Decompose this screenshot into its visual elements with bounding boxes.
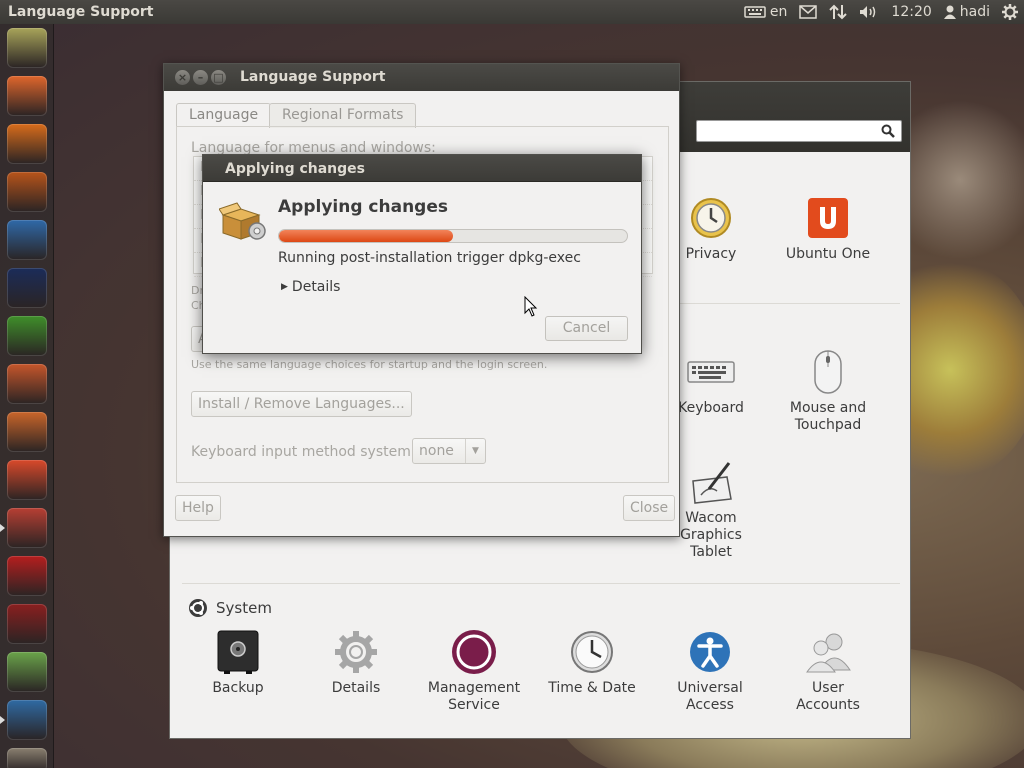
install-remove-languages-button[interactable]: Install / Remove Languages... [191,391,412,417]
launcher-filezilla-icon[interactable] [7,556,47,596]
search-input[interactable] [696,120,902,142]
system-section-title: System [216,599,272,617]
mouse-settings[interactable]: Mouse and Touchpad [773,348,883,434]
expander-arrow-icon: ▶ [281,282,288,292]
launcher-dash-home-icon[interactable] [7,28,47,68]
launcher-app-blue-icon[interactable] [7,268,47,308]
backup-settings[interactable]: Backup [183,628,293,697]
progress-status: Running post-installation trigger dpkg-e… [278,250,581,266]
launcher-system-settings-icon[interactable] [7,508,47,548]
dialog-heading: Applying changes [278,197,448,217]
dialog-title: Applying changes [203,155,641,182]
launcher-ubuntu-one-icon[interactable] [7,460,47,500]
launcher-wine-icon[interactable] [7,604,47,644]
management-service-label: Management Service [427,680,521,713]
details-expander[interactable]: ▶ Details [281,279,340,295]
users-icon [806,633,851,673]
indicator-area: en 12:20 hadi [744,0,1018,24]
launcher-maps-icon[interactable] [7,652,47,692]
running-indicator [0,716,5,724]
keyboard-device-icon [687,361,735,383]
ubuntu-one-icon [808,198,848,238]
maximize-window-button[interactable]: □ [211,70,226,85]
user-accounts-label: User Accounts [796,680,860,713]
system-section-header: System [188,598,272,618]
tab-language[interactable]: Language [176,103,272,128]
volume-icon[interactable] [859,5,879,19]
accessibility-icon [690,632,730,672]
launcher-libreoffice-impress-icon[interactable] [7,364,47,404]
details-label: Details [291,279,341,295]
mouse-icon [814,350,842,394]
ubuntu-one-settings[interactable]: Ubuntu One [773,194,883,263]
wacom-tablet-icon [692,462,732,504]
progress-fill [279,230,453,242]
management-service-settings[interactable]: Management Service [419,628,529,714]
time-date-label: Time & Date [548,680,636,696]
universal-access-label: Universal Access [677,680,743,713]
user-menu[interactable]: hadi [943,4,990,20]
mouse-label: Mouse and Touchpad [789,400,867,433]
keyboard-layout: en [769,4,788,20]
launcher [0,24,54,768]
active-window-title: Language Support [8,4,154,20]
language-support-titlebar: × – □ Language Support [164,64,679,91]
safe-icon [217,630,259,674]
close-window-button[interactable]: × [175,70,190,85]
launcher-libreoffice-writer-icon[interactable] [7,220,47,260]
clock-icon [571,631,613,673]
keyboard-label: Keyboard [678,400,744,416]
section-divider [182,583,900,584]
details-label: Details [331,680,381,696]
ubuntu-one-label: Ubuntu One [785,246,871,262]
launcher-vlc-icon[interactable] [7,124,47,164]
mail-icon[interactable] [799,5,818,19]
launcher-trash-icon[interactable] [7,748,47,768]
privacy-label: Privacy [685,246,737,262]
package-gear-icon [219,202,266,240]
cancel-button[interactable]: Cancel [545,316,628,341]
launcher-software-center-icon[interactable] [7,412,47,452]
mouse-cursor-icon [524,296,538,317]
launcher-libreoffice-calc-icon[interactable] [7,316,47,356]
minimize-window-button[interactable]: – [193,70,208,85]
user-accounts-settings[interactable]: User Accounts [773,628,883,714]
same-choices-hint: Use the same language choices for startu… [191,358,548,371]
close-button[interactable]: Close [623,495,676,521]
language-support-title: Language Support [240,69,386,85]
launcher-firefox-icon[interactable] [7,172,47,212]
keyboard-indicator[interactable]: en [744,4,788,20]
network-icon[interactable] [829,4,848,20]
search-icon [881,124,895,138]
backup-label: Backup [212,680,264,696]
user-icon [943,5,956,19]
launcher-files-icon[interactable] [7,76,47,116]
clock[interactable]: 12:20 [891,4,931,20]
top-panel: Language Support en 12:20 hadi [0,0,1024,24]
keyboard-input-value: none [419,443,454,459]
ubuntu-logo-icon [189,599,207,617]
keyboard-input-select[interactable]: none ▼ [412,438,486,464]
gear-icon [335,631,377,673]
universal-access-settings[interactable]: Universal Access [655,628,765,714]
tab-regional-formats[interactable]: Regional Formats [269,103,417,128]
privacy-icon [691,198,731,238]
applying-changes-dialog: Applying changes Applying changes Runnin… [202,154,642,354]
details-settings[interactable]: Details [301,628,411,697]
user-name: hadi [959,4,990,20]
keyboard-input-label: Keyboard input method system: [191,444,416,460]
running-indicator [0,524,5,532]
gear-icon[interactable] [1002,4,1018,20]
launcher-network-icon[interactable] [7,700,47,740]
management-service-icon [452,630,496,674]
wacom-label: Wacom Graphics Tablet [680,510,742,560]
chevron-down-icon: ▼ [465,439,485,463]
help-button[interactable]: Help [175,495,221,521]
keyboard-icon [744,6,766,18]
progress-bar [278,229,628,243]
time-date-settings[interactable]: Time & Date [537,628,647,697]
